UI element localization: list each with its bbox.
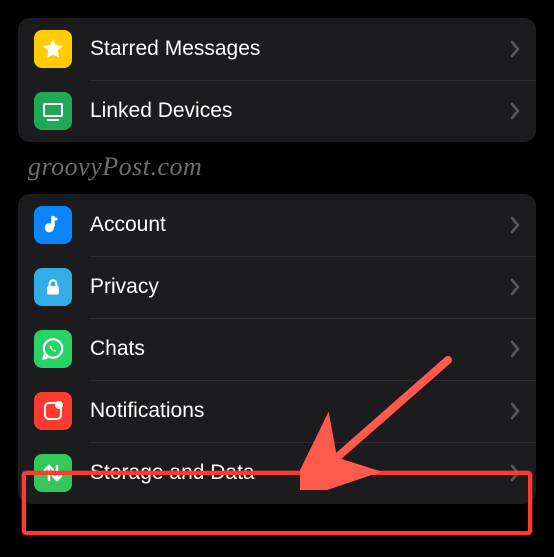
- row-linked-devices[interactable]: Linked Devices: [18, 80, 536, 142]
- chevron-right-icon: [510, 402, 520, 420]
- row-starred-messages[interactable]: Starred Messages: [18, 18, 536, 80]
- row-label: Privacy: [90, 275, 510, 299]
- arrows-up-down-icon: [34, 454, 72, 492]
- key-icon: [34, 206, 72, 244]
- row-label: Account: [90, 213, 510, 237]
- lock-icon: [34, 268, 72, 306]
- row-label: Notifications: [90, 399, 510, 423]
- chevron-right-icon: [510, 102, 520, 120]
- chevron-right-icon: [510, 340, 520, 358]
- chevron-right-icon: [510, 40, 520, 58]
- monitor-icon: [34, 92, 72, 130]
- row-chats[interactable]: Chats: [18, 318, 536, 380]
- row-notifications[interactable]: Notifications: [18, 380, 536, 442]
- notification-icon: [34, 392, 72, 430]
- row-storage-and-data[interactable]: Storage and Data: [18, 442, 536, 504]
- settings-group-1: Starred Messages Linked Devices: [18, 18, 536, 142]
- chevron-right-icon: [510, 216, 520, 234]
- row-account[interactable]: Account: [18, 194, 536, 256]
- row-label: Chats: [90, 337, 510, 361]
- row-privacy[interactable]: Privacy: [18, 256, 536, 318]
- chevron-right-icon: [510, 464, 520, 482]
- settings-group-2: Account Privacy Chats Notifications: [18, 194, 536, 504]
- row-label: Linked Devices: [90, 99, 510, 123]
- whatsapp-icon: [34, 330, 72, 368]
- star-icon: [34, 30, 72, 68]
- row-label: Starred Messages: [90, 37, 510, 61]
- row-label: Storage and Data: [90, 461, 510, 485]
- chevron-right-icon: [510, 278, 520, 296]
- watermark-text: groovyPost.com: [28, 152, 536, 182]
